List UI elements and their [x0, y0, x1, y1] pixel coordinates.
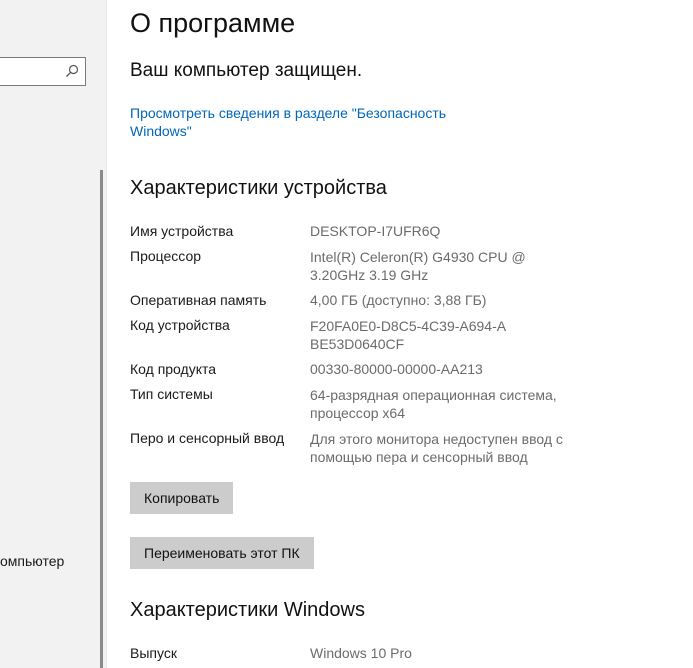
spec-value-ram: 4,00 ГБ (доступно: 3,88 ГБ)	[310, 292, 487, 308]
spec-label-edition: Выпуск	[130, 645, 177, 661]
protection-status: Ваш компьютер защищен.	[130, 60, 363, 81]
sidebar-item-computer[interactable]: омпьютер	[0, 553, 64, 569]
search-input[interactable]	[0, 57, 86, 86]
spec-value-device-id: F20FA0E0-D8C5-4C39-A694-ABE53D0640CF	[310, 318, 507, 352]
spec-label-processor: Процессор	[130, 248, 202, 264]
windows-specs-heading: Характеристики Windows	[130, 599, 365, 621]
spec-label-device-name: Имя устройства	[130, 223, 234, 239]
spec-label-pen-touch: Перо и сенсорный ввод	[130, 430, 285, 446]
spec-label-device-id: Код устройства	[130, 317, 230, 333]
windows-security-link[interactable]: Просмотреть сведения в разделе "Безопасн…	[130, 104, 460, 140]
page-title: О программе	[130, 8, 296, 38]
spec-value-system-type: 64-разрядная операционная система, проце…	[310, 387, 557, 421]
spec-value-edition: Windows 10 Pro	[310, 645, 412, 661]
sidebar-scrollbar[interactable]	[100, 170, 103, 668]
rename-pc-button[interactable]: Переименовать этот ПК	[130, 537, 314, 569]
spec-value-product-id: 00330-80000-00000-AA213	[310, 361, 483, 377]
navigation-pane: омпьютер	[0, 0, 107, 668]
spec-value-pen-touch: Для этого монитора недоступен ввод с пом…	[310, 431, 563, 465]
spec-value-device-name: DESKTOP-I7UFR6Q	[310, 223, 441, 239]
spec-label-product-id: Код продукта	[130, 361, 217, 377]
device-specs-heading: Характеристики устройства	[130, 177, 387, 199]
spec-value-processor: Intel(R) Celeron(R) G4930 CPU @ 3.20GHz …	[310, 249, 526, 283]
spec-label-ram: Оперативная память	[130, 292, 267, 308]
copy-button[interactable]: Копировать	[130, 482, 234, 514]
spec-label-system-type: Тип системы	[130, 386, 213, 402]
search-icon[interactable]	[65, 64, 79, 78]
